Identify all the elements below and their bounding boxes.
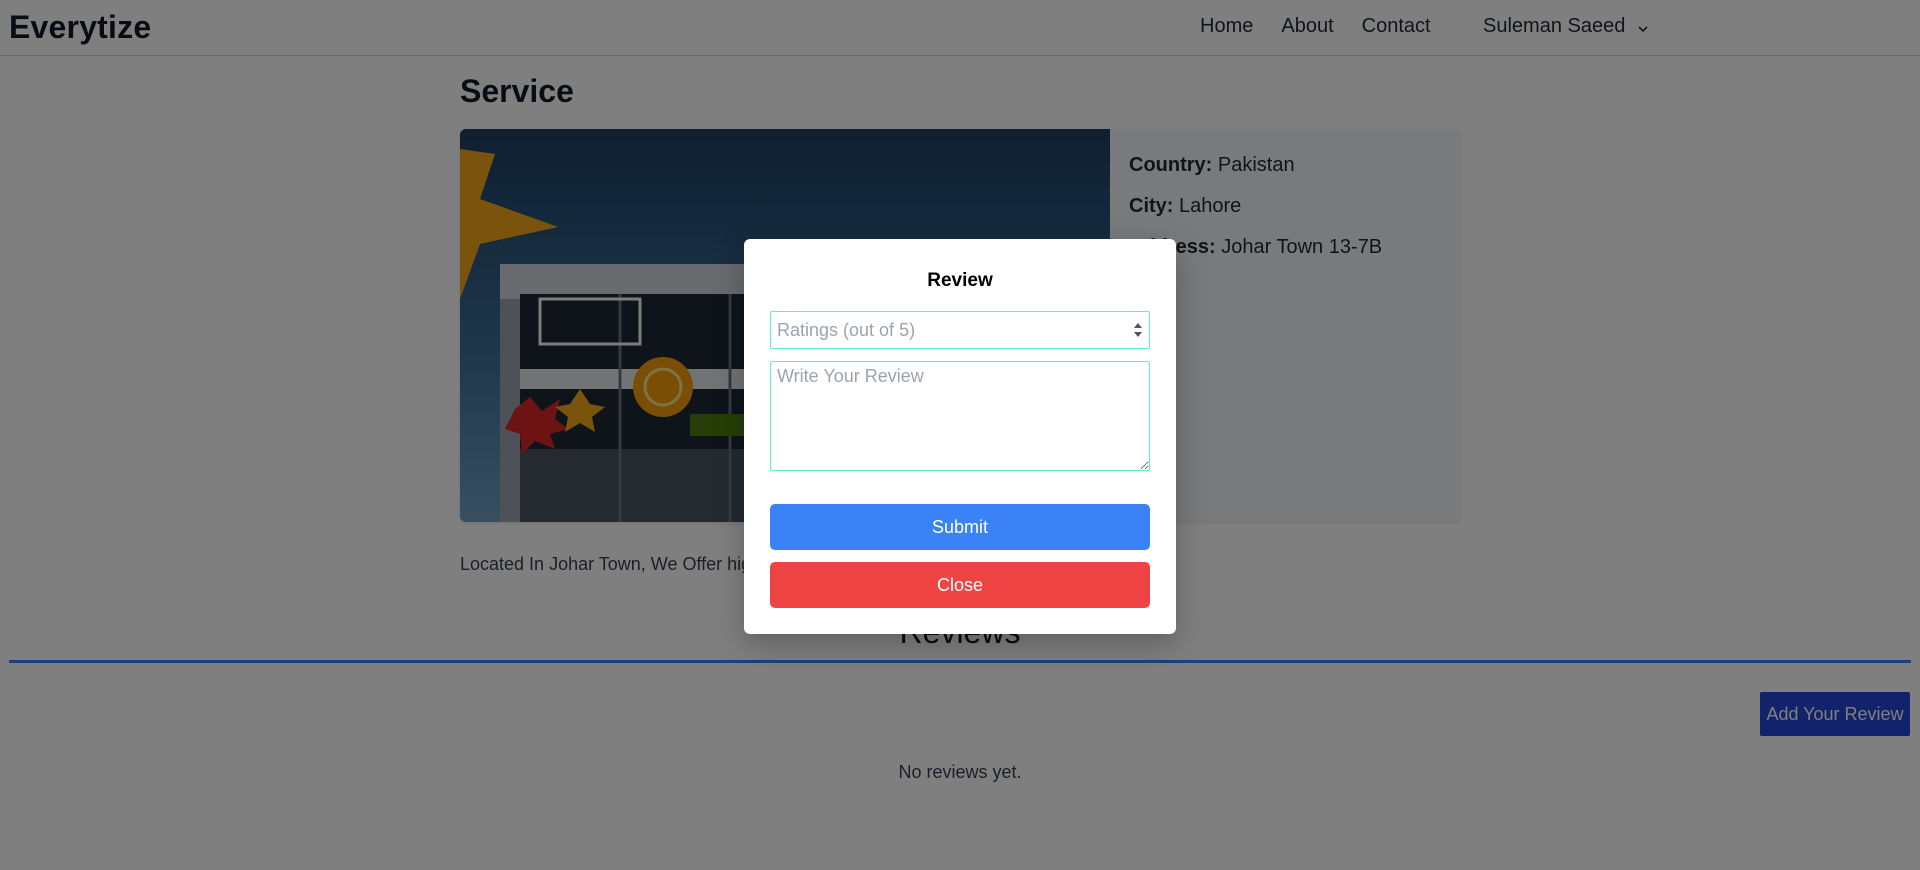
submit-button[interactable]: Submit [770,504,1150,550]
modal-title: Review [927,270,993,291]
rating-input[interactable] [770,311,1150,349]
review-modal: Review Submit Close [744,239,1176,634]
close-button[interactable]: Close [770,562,1150,608]
review-textarea[interactable] [770,361,1150,471]
number-spinner-icon[interactable] [1132,318,1144,342]
rating-field-wrap [770,311,1150,349]
